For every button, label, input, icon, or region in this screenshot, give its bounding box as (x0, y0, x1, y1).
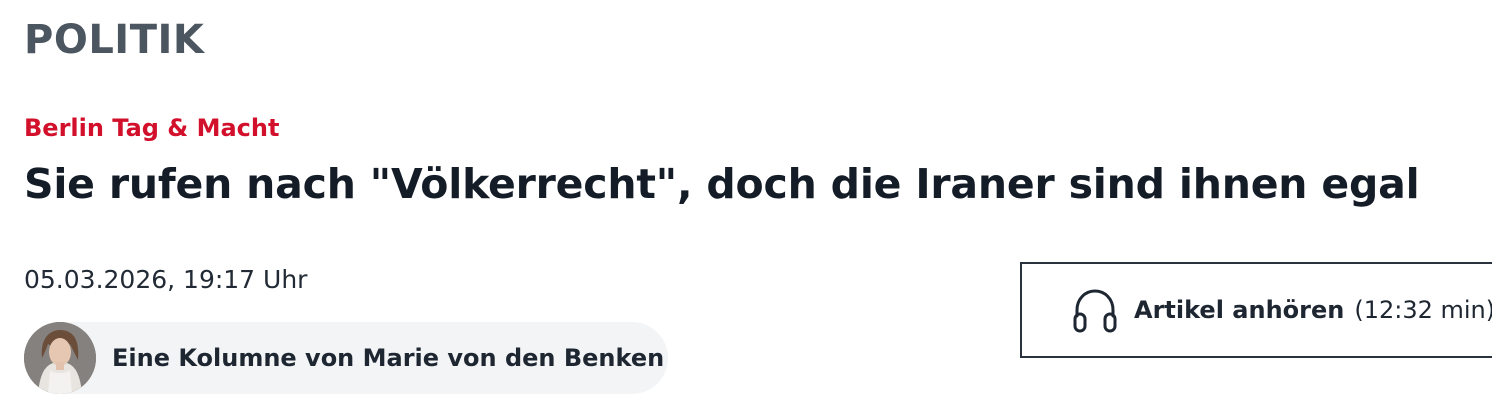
section-label[interactable]: POLITIK (24, 14, 204, 66)
author-byline[interactable]: Eine Kolumne von Marie von den Benken (24, 322, 668, 394)
article-header: POLITIK Berlin Tag & Macht Sie rufen nac… (0, 0, 1492, 406)
author-byline-text: Eine Kolumne von Marie von den Benken (112, 344, 665, 372)
headphones-icon (1073, 289, 1117, 333)
article-kicker[interactable]: Berlin Tag & Macht (24, 112, 279, 144)
listen-label: Artikel anhören (1134, 296, 1345, 324)
listen-duration: (12:32 min) (1354, 296, 1492, 324)
author-avatar[interactable] (24, 322, 96, 394)
publish-date: 05.03.2026, 19:17 Uhr (24, 265, 308, 294)
listen-article-button[interactable]: Artikel anhören (12:32 min) (1020, 262, 1492, 358)
article-headline: Sie rufen nach "Völkerrecht", doch die I… (24, 160, 1420, 208)
author-avatar-image (24, 322, 96, 394)
